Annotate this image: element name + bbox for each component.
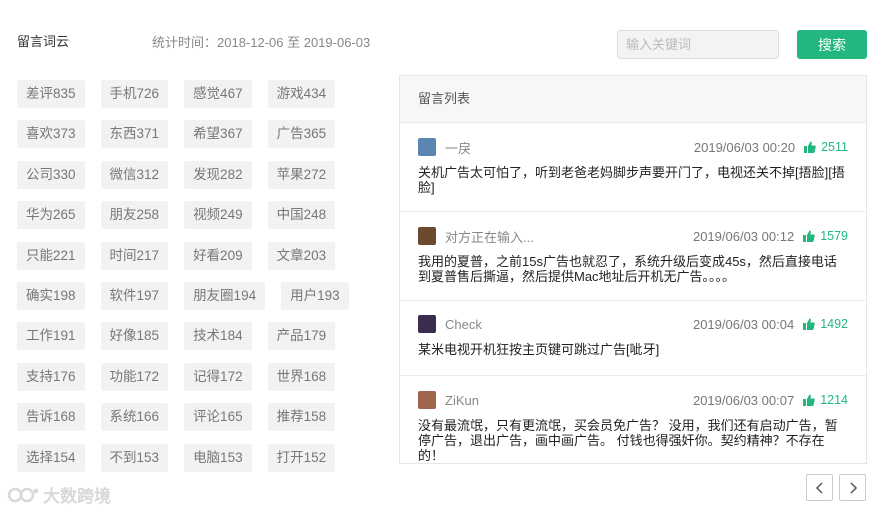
tag-row: 确实198 软件197 朋友圈194 用户193 [17,281,387,322]
watermark-logo-icon [7,487,39,502]
avatar [418,315,436,333]
keyword-tag[interactable]: 希望367 [184,120,252,149]
keyword-tag[interactable]: 公司330 [17,160,85,189]
comment-text: 没有最流氓，只有更流氓，买会员免广告？ 没用，我们还有启动广告，暂停广告，退出广… [418,418,838,463]
keyword-tag[interactable]: 手机726 [100,80,169,108]
avatar [418,391,436,409]
keyword-tag[interactable]: 选择154 [17,443,85,472]
keyword-tag[interactable]: 功能172 [100,362,169,391]
thumbs-up-icon[interactable] [803,394,815,406]
tag-row: 公司330 微信312 发现282 苹果272 [17,160,387,201]
chevron-right-icon [849,481,857,494]
keyword-tag[interactable]: 好像185 [100,322,169,351]
comment-time: 2019/06/03 00:04 [692,316,795,332]
search-button[interactable]: 搜索 [797,30,867,59]
avatar [418,138,436,156]
keyword-tag[interactable]: 工作191 [17,322,85,351]
tag-row: 选择154 不到153 电脑153 打开152 [17,443,387,484]
keyword-tag[interactable]: 喜欢373 [17,120,85,149]
keyword-tag[interactable]: 推荐158 [267,403,336,432]
keyword-tag[interactable]: 技术184 [184,322,252,351]
keyword-tag[interactable]: 打开152 [267,443,336,472]
keyword-tag[interactable]: 游戏434 [267,80,336,108]
comment-list-title: 留言列表 [400,76,866,123]
keyword-tag[interactable]: 确实198 [17,281,85,310]
watermark: 大数跨境 [7,482,111,507]
keyword-tag[interactable]: 文章203 [267,241,336,270]
avatar [418,227,436,245]
comment-time: 2019/06/03 00:20 [693,139,796,155]
like-count: 2511 [821,140,848,154]
chevron-left-icon [815,481,823,494]
comment-list-panel: 留言列表 一戾 2019/06/03 00:20 2511 关机广告太可怕了，听到老爸… [399,75,867,464]
keyword-tag[interactable]: 产品179 [267,322,336,351]
keyword-tag[interactable]: 苹果272 [267,160,336,189]
keyword-tag[interactable]: 差评835 [17,80,85,108]
tag-row: 支持176 功能172 记得172 世界168 [17,362,387,403]
keyword-tag[interactable]: 好看209 [184,241,252,270]
search-input[interactable] [617,30,779,59]
keyword-tag[interactable]: 中国248 [267,201,336,230]
keyword-tag[interactable]: 只能221 [17,241,85,270]
comment-text: 我用的夏普，之前15s广告也就忍了，系统升级后变成45s，然后直接电话到夏普售后… [418,254,837,284]
tag-row: 工作191 好像185 技术184 产品179 [17,322,387,362]
keyword-tag[interactable]: 用户193 [281,281,349,310]
thumbs-up-icon[interactable] [803,318,815,330]
like-count: 1214 [820,393,848,407]
keyword-tag[interactable]: 时间217 [100,241,169,270]
comment-user: Check [445,316,482,332]
keyword-tag[interactable]: 东西371 [100,120,169,149]
keyword-tag[interactable]: 感觉467 [184,80,252,108]
keyword-tag[interactable]: 软件197 [100,281,169,310]
keyword-tag[interactable]: 世界168 [267,362,336,391]
comment-user: ZiKun [445,392,479,408]
thumbs-up-icon[interactable] [804,141,816,153]
tag-row: 喜欢373 东西371 希望367 广告365 [17,120,387,160]
stat-period: 统计时间：2018-12-06 至 2019-06-03 [152,35,371,50]
keyword-tag[interactable]: 电脑153 [184,443,252,472]
keyword-tag[interactable]: 不到153 [100,443,169,472]
prev-page-button[interactable] [806,474,833,501]
page-title: 留言词云 [17,34,70,49]
keyword-tag[interactable]: 广告365 [267,120,336,149]
watermark-text: 大数跨境 [43,487,111,506]
word-cloud: 差评835 手机726 感觉467 游戏434 喜欢373 东西371 希望367 广告365… [17,80,387,494]
keyword-tag[interactable]: 告诉168 [17,403,85,432]
comment-time: 2019/06/03 00:07 [692,392,795,408]
comment-item: Check 2019/06/03 00:04 1492 某米电视开机狂按主页键可跳过广… [400,301,866,376]
tag-row: 告诉168 系统166 评论165 推荐158 [17,403,387,443]
comment-user: 一戾 [445,140,472,156]
keyword-tag[interactable]: 发现282 [184,160,252,189]
like-count: 1579 [820,229,848,243]
comment-item: 对方正在输入... 2019/06/03 00:12 1579 我用的夏普，之前15s… [400,212,866,301]
tag-row: 差评835 手机726 感觉467 游戏434 [17,80,387,120]
comment-item: ZiKun 2019/06/03 00:07 1214 没有最流氓，只有更流氓，买会员… [400,376,866,463]
tag-row: 只能221 时间217 好看209 文章203 [17,241,387,282]
keyword-tag[interactable]: 支持176 [17,362,85,391]
keyword-tag[interactable]: 视频249 [184,201,252,230]
keyword-tag[interactable]: 记得172 [184,362,252,391]
keyword-tag[interactable]: 华为265 [17,201,85,230]
keyword-tag[interactable]: 微信312 [100,160,169,189]
tag-row: 华为265 朋友258 视频249 中国248 [17,201,387,241]
comment-user: 对方正在输入... [445,229,534,245]
like-count: 1492 [820,317,848,331]
thumbs-up-icon[interactable] [803,230,815,242]
next-page-button[interactable] [839,474,866,501]
keyword-tag[interactable]: 评论165 [184,403,252,432]
comment-time: 2019/06/03 00:12 [692,228,795,244]
keyword-tag[interactable]: 朋友258 [100,201,169,230]
comment-text: 关机广告太可怕了，听到老爸老妈脚步声要开门了，电视还关不掉[捂脸][捂脸] [418,165,845,195]
keyword-tag[interactable]: 系统166 [100,403,169,432]
comment-item: 一戾 2019/06/03 00:20 2511 关机广告太可怕了，听到老爸老妈脚步声… [400,123,866,212]
keyword-tag[interactable]: 朋友圈194 [184,281,266,310]
comment-text: 某米电视开机狂按主页键可跳过广告[呲牙] [418,342,660,357]
